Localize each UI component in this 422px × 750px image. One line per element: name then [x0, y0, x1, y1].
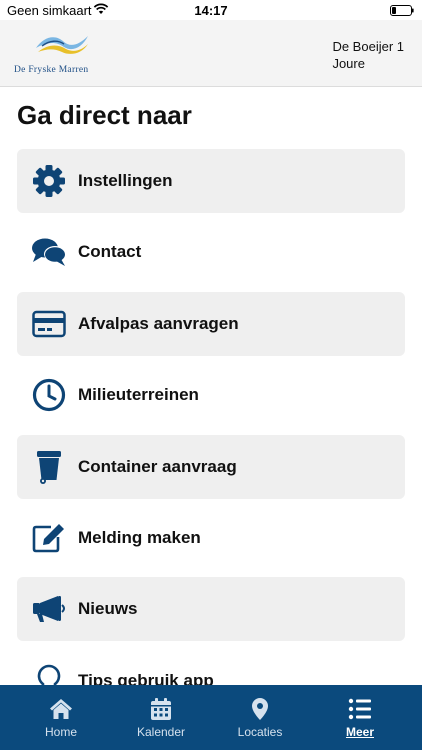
menu-item-label: Instellingen	[78, 171, 173, 190]
municipality-logo: De Fryske Marren	[14, 32, 108, 76]
quick-links-list: Instellingen Contact Afvalpas aanvragen	[17, 149, 405, 720]
tab-label: Locaties	[237, 725, 283, 739]
map-pin-icon	[248, 697, 272, 721]
menu-item-instellingen[interactable]: Instellingen	[17, 149, 405, 213]
clock-icon	[31, 377, 67, 413]
tab-meer[interactable]: Meer	[310, 685, 410, 750]
calendar-icon	[149, 697, 173, 721]
page-title: Ga direct naar	[17, 100, 192, 130]
menu-item-nieuws[interactable]: Nieuws	[17, 577, 405, 642]
tab-label: Kalender	[136, 725, 186, 739]
megaphone-icon	[31, 591, 67, 627]
menu-item-label: Afvalpas aanvragen	[78, 313, 239, 333]
chat-bubbles-icon	[31, 234, 67, 270]
menu-item-label: Nieuws	[78, 599, 138, 619]
list-icon	[348, 697, 372, 721]
menu-item-container-aanvraag[interactable]: Container aanvraag	[17, 434, 405, 499]
menu-item-label: Milieuterreinen	[78, 385, 199, 405]
tab-kalender[interactable]: Kalender	[111, 685, 211, 750]
menu-item-afvalpas-aanvragen[interactable]: Afvalpas aanvragen	[17, 291, 405, 356]
home-icon	[49, 697, 73, 721]
edit-icon	[31, 520, 67, 556]
credit-card-icon	[31, 306, 67, 342]
battery-icon	[390, 4, 414, 16]
clock: 14:17	[194, 3, 228, 18]
menu-item-melding-maken[interactable]: Melding maken	[17, 506, 405, 570]
tab-label: Meer	[345, 725, 374, 739]
menu-item-label: Melding maken	[78, 527, 201, 547]
app-header: De Fryske Marren De Boeijer 1 Joure	[0, 20, 422, 87]
address-city: Joure	[332, 56, 365, 71]
logo-text: De Fryske Marren	[14, 65, 89, 75]
logo-wave-icon	[36, 36, 88, 54]
tab-label: Home	[44, 725, 77, 739]
address-street: De Boeijer 1	[332, 39, 404, 54]
status-bar: Geen simkaart 14:17	[0, 0, 422, 20]
bottom-tab-bar: Home Kalender Locaties Meer	[0, 685, 422, 750]
selected-address[interactable]: De Boeijer 1 Joure	[332, 38, 404, 72]
trash-bin-icon	[31, 449, 67, 485]
menu-item-label: Container aanvraag	[78, 456, 237, 476]
tab-home[interactable]: Home	[11, 685, 111, 750]
tab-locaties[interactable]: Locaties	[210, 685, 310, 750]
gear-icon	[31, 163, 67, 199]
menu-item-contact[interactable]: Contact	[17, 220, 405, 284]
menu-item-label: Contact	[78, 242, 142, 262]
menu-item-milieuterreinen[interactable]: Milieuterreinen	[17, 363, 405, 427]
